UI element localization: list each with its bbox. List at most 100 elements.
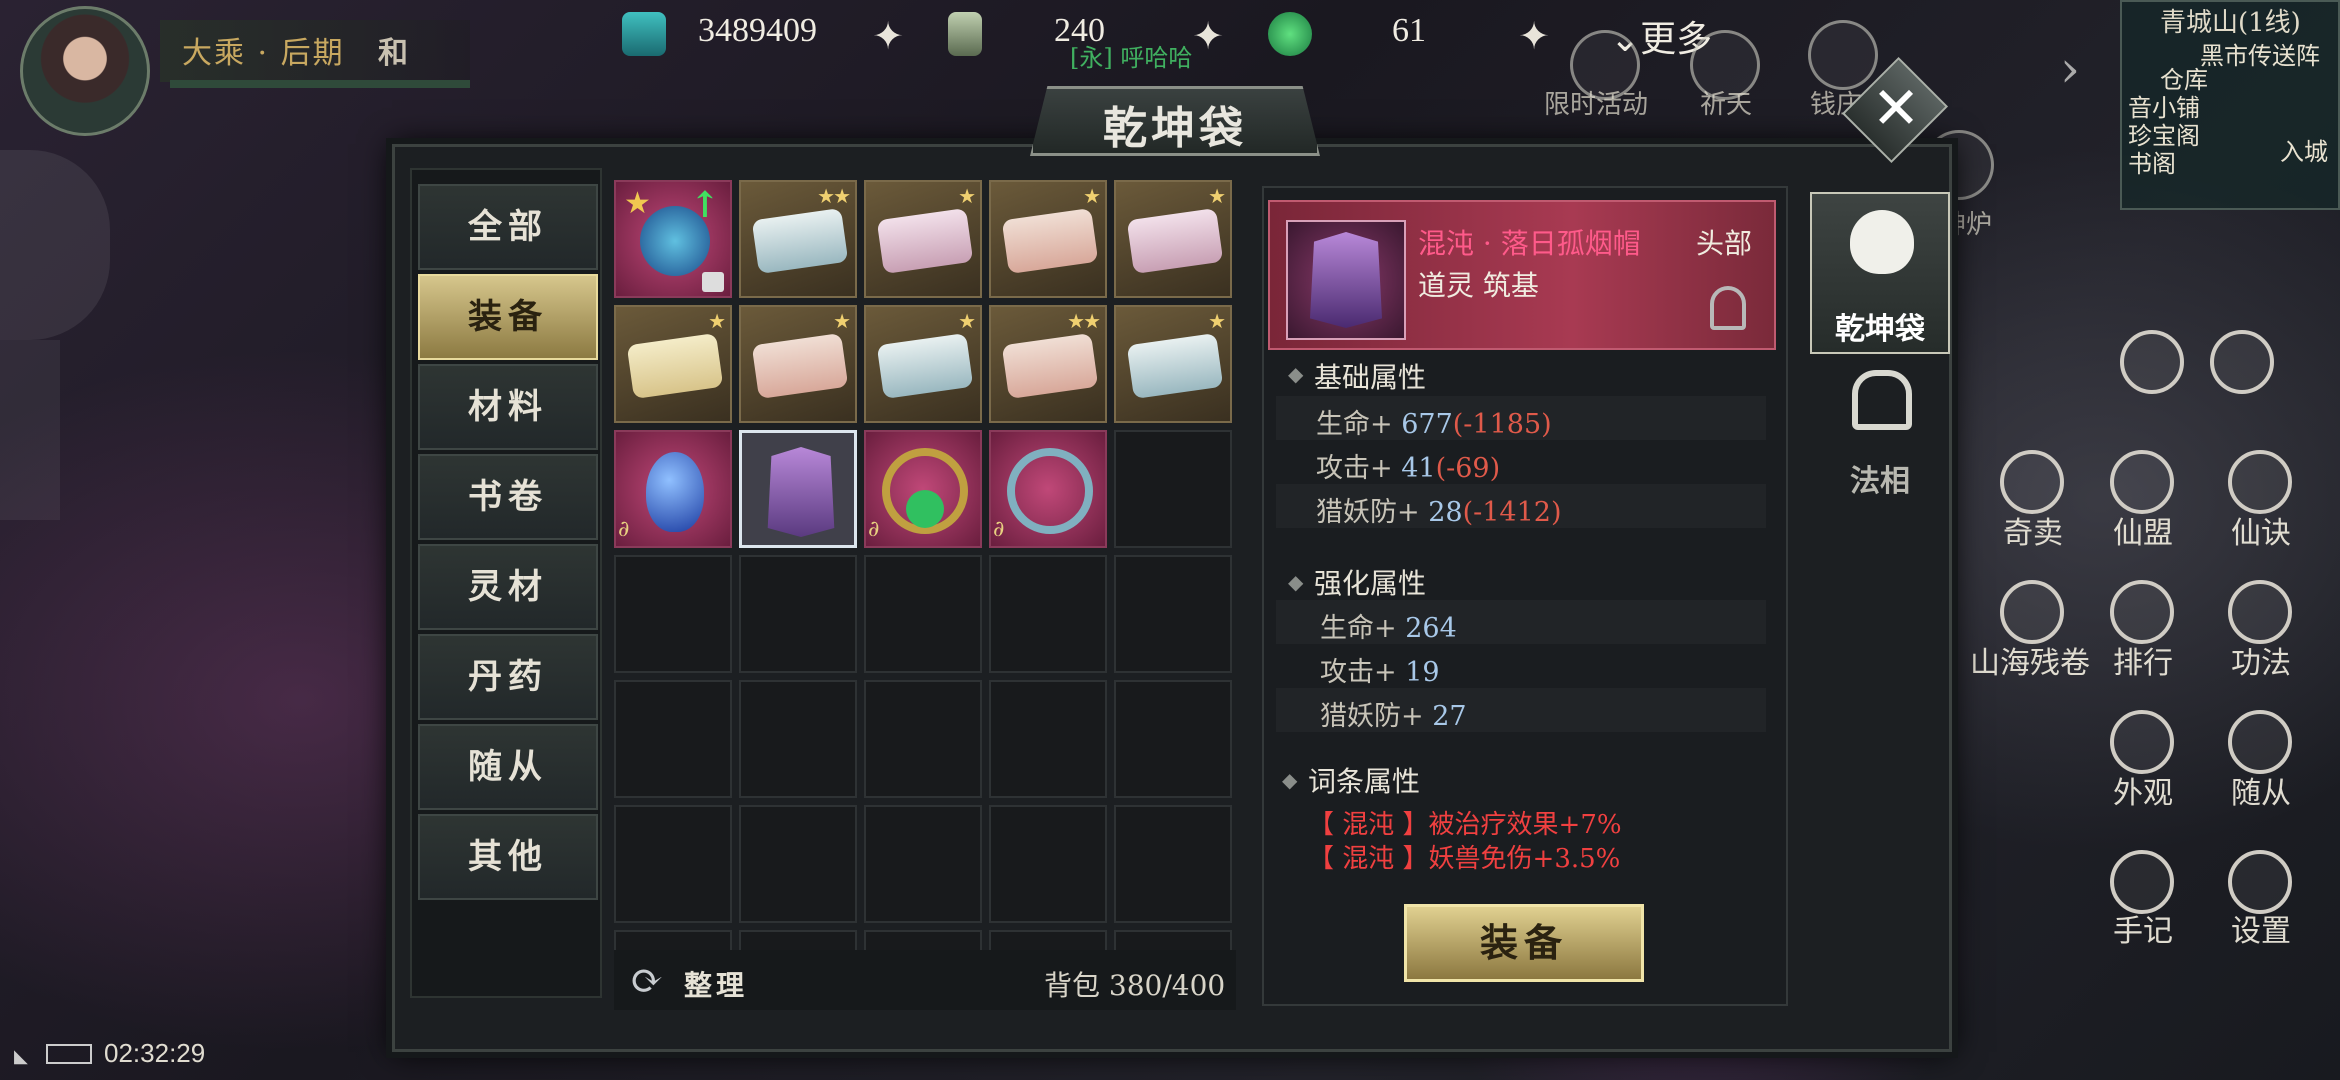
refresh-icon[interactable]: ⟳ xyxy=(630,958,664,1004)
empty-slot[interactable] xyxy=(989,930,1107,950)
item-slot-selected[interactable] xyxy=(739,430,857,548)
empty-slot[interactable] xyxy=(864,930,982,950)
empty-slot[interactable] xyxy=(739,930,857,950)
hat-icon xyxy=(767,447,835,537)
empty-slot[interactable] xyxy=(1114,555,1232,673)
empty-slot[interactable] xyxy=(989,555,1107,673)
empty-slot[interactable] xyxy=(864,805,982,923)
add-jade-token-button[interactable]: ✦ xyxy=(1188,16,1228,56)
enhance-attr-atk: 攻击+ 19 xyxy=(1320,650,1440,689)
gear-icon[interactable] xyxy=(2228,850,2292,914)
companion-label: 随从 xyxy=(2231,776,2291,811)
add-spirit-stone-button[interactable]: ✦ xyxy=(868,16,908,56)
empty-slot[interactable] xyxy=(614,930,732,950)
item-slot[interactable]: ★ xyxy=(739,305,857,423)
item-slot[interactable]: ★ xyxy=(864,180,982,298)
item-slot[interactable]: ★ xyxy=(1114,180,1232,298)
jade-token-icon xyxy=(948,12,982,56)
empty-slot[interactable] xyxy=(1114,680,1232,798)
empty-slot[interactable] xyxy=(614,805,732,923)
tab-dharma-form[interactable]: 法相 xyxy=(1810,456,1950,500)
category-spirit-materials[interactable]: 灵材 xyxy=(418,544,598,630)
attr-value: 27 xyxy=(1432,701,1467,732)
empty-slot[interactable] xyxy=(739,680,857,798)
star-icon: ★ xyxy=(624,186,651,221)
pouch-icon[interactable] xyxy=(2120,330,2184,394)
bag-icon xyxy=(1850,210,1914,274)
star-icon: ★ xyxy=(833,309,851,333)
empty-slot[interactable] xyxy=(1114,930,1232,950)
chat-snippet[interactable]: [永] 呼哈哈 xyxy=(1070,38,1192,73)
category-materials[interactable]: 材料 xyxy=(418,364,598,450)
journal-icon[interactable] xyxy=(2110,850,2174,914)
hat-icon xyxy=(1310,232,1382,328)
empty-slot[interactable] xyxy=(1114,430,1232,548)
close-icon[interactable]: ✕ xyxy=(1868,78,1924,138)
item-slot[interactable]: ∂ xyxy=(864,430,982,548)
equip-button[interactable]: 装备 xyxy=(1404,904,1644,982)
yinyang-icon[interactable] xyxy=(2228,580,2292,644)
item-slot[interactable]: ★★ xyxy=(989,305,1107,423)
panel-title: 乾坤袋 xyxy=(1103,103,1247,154)
item-slot[interactable]: ★★ xyxy=(739,180,857,298)
empty-slot[interactable] xyxy=(989,805,1107,923)
pray-label: 祈天 xyxy=(1700,90,1753,120)
immortal-art-label: 仙诀 xyxy=(2231,516,2291,551)
player-avatar[interactable] xyxy=(20,6,150,136)
diamond-icon: ◆ xyxy=(1282,768,1298,792)
map-label-library: 书阁 xyxy=(2128,150,2176,178)
realm-mode-text[interactable]: 和 xyxy=(378,28,408,72)
item-slot[interactable]: ★ xyxy=(614,305,732,423)
appearance-icon[interactable] xyxy=(2110,710,2174,774)
auction-icon[interactable] xyxy=(2000,450,2064,514)
affix-line: 【 混沌 】被治疗效果+7% xyxy=(1308,810,1622,840)
category-all[interactable]: 全部 xyxy=(418,184,598,270)
empty-slot[interactable] xyxy=(1114,805,1232,923)
empty-slot[interactable] xyxy=(614,680,732,798)
chevron-right-icon[interactable]: › xyxy=(2060,40,2080,98)
map-title: 青城山(1线) xyxy=(2160,8,2301,38)
item-slot[interactable]: ★ ↑ xyxy=(614,180,732,298)
attr-label: 生命+ xyxy=(1316,409,1393,440)
left-quick-tool[interactable] xyxy=(0,150,110,340)
empty-slot[interactable] xyxy=(739,555,857,673)
spiral-icon[interactable] xyxy=(2210,330,2274,394)
item-slot[interactable]: ★ xyxy=(1114,305,1232,423)
empty-slot[interactable] xyxy=(739,805,857,923)
sort-button[interactable]: 整理 xyxy=(684,964,748,1004)
star-icon: ★ xyxy=(1208,184,1226,208)
ranking-icon[interactable] xyxy=(2110,580,2174,644)
empty-slot[interactable] xyxy=(614,555,732,673)
attr-value: 264 xyxy=(1405,613,1457,644)
category-companions[interactable]: 随从 xyxy=(418,724,598,810)
empty-slot[interactable] xyxy=(989,680,1107,798)
category-equipment[interactable]: 装备 xyxy=(418,274,598,360)
scroll-icon xyxy=(876,332,974,400)
category-list: 全部 装备 材料 书卷 灵材 丹药 随从 其他 xyxy=(410,168,602,998)
category-other[interactable]: 其他 xyxy=(418,814,598,900)
alliance-icon[interactable] xyxy=(2110,450,2174,514)
item-slot[interactable]: ★ xyxy=(864,305,982,423)
scroll-fragment-icon[interactable] xyxy=(2000,580,2064,644)
companion-icon[interactable] xyxy=(2228,710,2292,774)
bracelet-icon xyxy=(1007,448,1093,534)
left-flag-tool[interactable] xyxy=(0,340,60,520)
empty-slot[interactable] xyxy=(864,555,982,673)
immortal-art-icon[interactable] xyxy=(2228,450,2292,514)
upgrade-arrow-icon: ↑ xyxy=(689,184,720,226)
empty-slot[interactable] xyxy=(864,680,982,798)
item-slot[interactable]: ★ xyxy=(989,180,1107,298)
attr-diff: (-1185) xyxy=(1452,409,1552,440)
ranking-label: 排行 xyxy=(2113,646,2173,681)
gem-icon xyxy=(906,490,944,528)
dharma-form-icon[interactable] xyxy=(1852,370,1912,430)
technique-label: 功法 xyxy=(2231,646,2291,681)
item-slot[interactable]: ∂ xyxy=(614,430,732,548)
unlock-icon[interactable] xyxy=(1710,286,1746,330)
item-slot[interactable]: ∂ xyxy=(989,430,1107,548)
category-pills[interactable]: 丹药 xyxy=(418,634,598,720)
affix-attr-title: 词条属性 xyxy=(1308,765,1421,798)
jade-coin-value: 61 xyxy=(1392,12,1426,49)
category-scrolls[interactable]: 书卷 xyxy=(418,454,598,540)
add-jade-coin-button[interactable]: ✦ xyxy=(1514,16,1554,56)
